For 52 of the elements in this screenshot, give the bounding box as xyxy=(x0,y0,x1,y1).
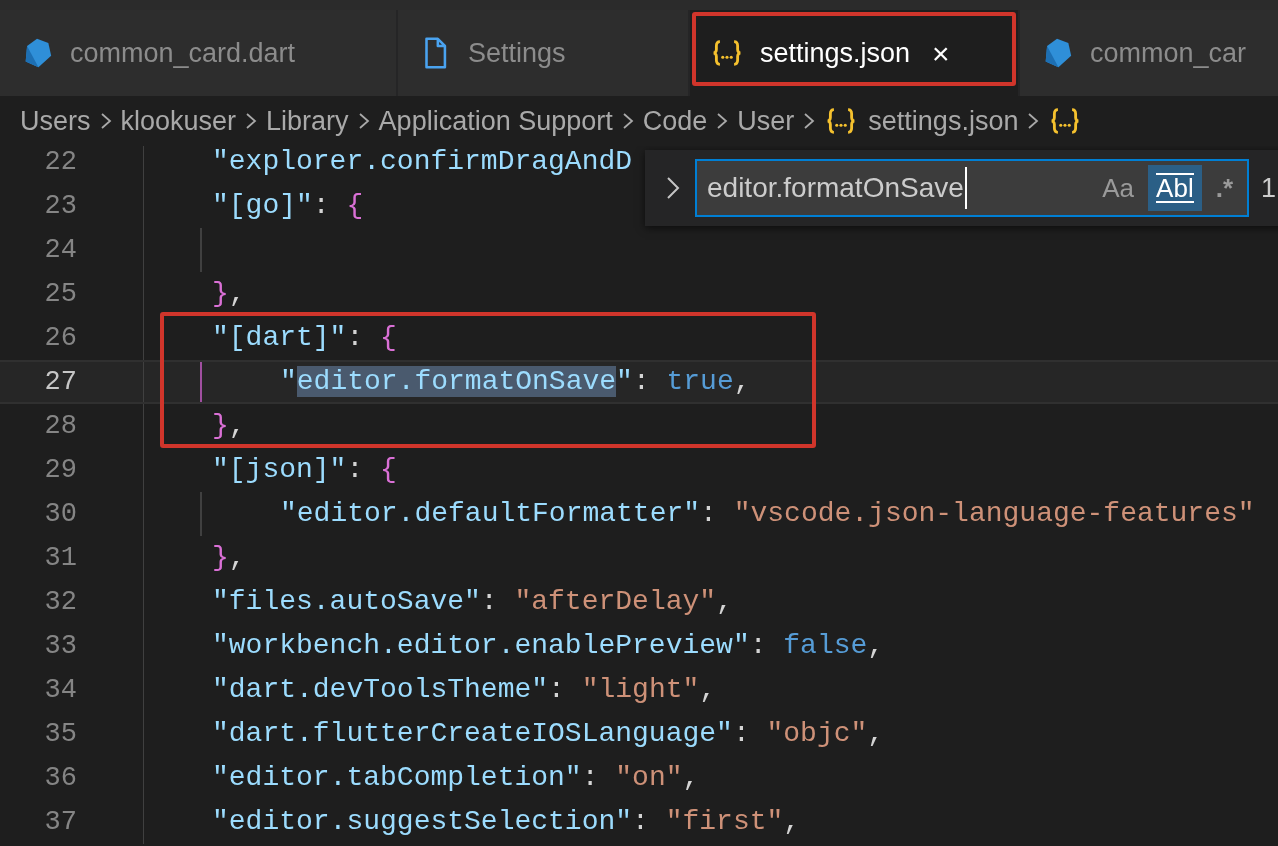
line-number: 33 xyxy=(43,629,77,663)
line-number: 34 xyxy=(43,673,77,707)
line-number: 36 xyxy=(43,761,77,795)
close-button[interactable]: × xyxy=(932,30,950,76)
chevron-icon xyxy=(1026,111,1041,131)
line-number: 31 xyxy=(43,541,77,575)
line-number: 30 xyxy=(43,497,77,531)
code-line: }, xyxy=(212,277,246,311)
code-line: "editor.defaultFormatter": "vscode.json-language-features" xyxy=(280,497,1255,531)
breadcrumb-item[interactable]: settings.json xyxy=(868,100,1019,142)
line-number: 35 xyxy=(43,717,77,751)
tab[interactable]: settings.json × xyxy=(690,10,1020,96)
breadcrumb-item[interactable]: Library xyxy=(266,100,349,142)
breadcrumb-item[interactable]: Users xyxy=(20,100,91,142)
code-line: "[go]": { xyxy=(212,189,364,223)
search-field[interactable]: editor.formatOnSave Aa Abl .* xyxy=(695,159,1249,217)
tab[interactable]: common_car xyxy=(1020,10,1278,96)
breadcrumb-item[interactable]: klookuser xyxy=(120,100,237,142)
code-line: "explorer.confirmDragAndD xyxy=(212,146,633,179)
tab[interactable]: Settings xyxy=(398,10,690,96)
breadcrumb-item[interactable]: Code xyxy=(642,100,708,142)
expand-toggle-icon[interactable] xyxy=(665,175,681,201)
breadcrumb-item[interactable]: Application Support xyxy=(378,100,613,142)
find-option-button[interactable]: Aa xyxy=(1094,165,1143,211)
line-number: 28 xyxy=(43,409,77,443)
line-number: 32 xyxy=(43,585,77,619)
breadcrumb-item[interactable]: User xyxy=(737,100,795,142)
code-line: }, xyxy=(212,541,246,575)
chevron-icon xyxy=(244,111,259,131)
code-line: }, xyxy=(212,409,246,443)
tab[interactable]: common_card.dart xyxy=(0,10,398,96)
line-number: 22 xyxy=(43,146,77,179)
chevron-icon xyxy=(802,111,817,131)
line-number: 25 xyxy=(43,277,77,311)
code-line: "editor.tabCompletion": "on", xyxy=(212,761,700,795)
line-number: 27 xyxy=(43,365,77,399)
code-line: "files.autoSave": "afterDelay", xyxy=(212,585,733,619)
code-line: "workbench.editor.enablePreview": false, xyxy=(212,629,885,663)
line-number: 29 xyxy=(43,453,77,487)
line-number: 23 xyxy=(43,189,77,223)
code-line: "[dart]": { xyxy=(212,321,397,355)
find-option-button[interactable]: Abl xyxy=(1148,165,1202,211)
result-count: 1 xyxy=(1261,171,1277,205)
code-line: "editor.suggestSelection": "first", xyxy=(212,805,801,839)
line-number: 26 xyxy=(43,321,77,355)
code-line: "dart.devToolsTheme": "light", xyxy=(212,673,717,707)
chevron-icon xyxy=(715,111,730,131)
code-line: "[json]": { xyxy=(212,453,397,487)
line-number: 37 xyxy=(43,805,77,839)
code-line: "dart.flutterCreateIOSLanguage": "objc", xyxy=(212,717,885,751)
line-number: 24 xyxy=(43,233,77,267)
find-option-button[interactable]: .* xyxy=(1207,165,1241,211)
